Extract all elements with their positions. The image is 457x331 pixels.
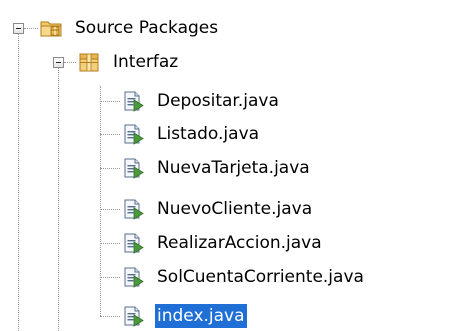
java-file-icon xyxy=(122,305,144,327)
tree-node-file-selected[interactable]: index.java xyxy=(122,301,247,331)
java-file-icon xyxy=(122,198,144,220)
tree-connector xyxy=(64,62,76,63)
tree-node-label: RealizarAccion.java xyxy=(157,233,322,253)
tree-node-label: index.java xyxy=(155,304,247,328)
tree-node-file[interactable]: Depositar.java xyxy=(122,86,281,116)
tree-node-interfaz[interactable]: Interfaz xyxy=(78,47,180,77)
project-tree[interactable]: Source Packages Interfaz Depositar.java … xyxy=(0,0,457,331)
tree-guide-root xyxy=(18,33,19,331)
collapse-toggle-interfaz[interactable] xyxy=(53,57,64,68)
tree-connector xyxy=(100,243,120,244)
tree-connector xyxy=(100,134,120,135)
java-file-icon xyxy=(122,232,144,254)
tree-node-source-packages[interactable]: Source Packages xyxy=(40,13,220,43)
tree-node-label: Depositar.java xyxy=(157,91,279,111)
collapse-toggle-source-packages[interactable] xyxy=(13,23,24,34)
tree-node-file[interactable]: NuevoCliente.java xyxy=(122,194,314,224)
tree-node-label: NuevaTarjeta.java xyxy=(157,158,310,178)
tree-node-label: Interfaz xyxy=(113,52,179,72)
tree-node-label: NuevoCliente.java xyxy=(157,199,313,219)
tree-node-label: Listado.java xyxy=(157,124,260,144)
package-icon xyxy=(78,51,100,73)
java-file-icon xyxy=(122,157,144,179)
tree-guide-files xyxy=(100,86,101,316)
tree-connector xyxy=(24,28,38,29)
java-file-icon xyxy=(122,123,144,145)
tree-connector xyxy=(100,101,120,102)
tree-connector xyxy=(100,168,120,169)
tree-node-file[interactable]: RealizarAccion.java xyxy=(122,228,324,258)
java-file-icon xyxy=(122,266,144,288)
tree-connector xyxy=(100,209,120,210)
source-packages-icon xyxy=(40,17,62,39)
tree-node-file[interactable]: NuevaTarjeta.java xyxy=(122,153,312,183)
tree-connector xyxy=(100,277,120,278)
tree-guide-package xyxy=(58,67,59,331)
java-file-icon xyxy=(122,90,144,112)
tree-node-label: Source Packages xyxy=(75,18,219,38)
tree-node-label: SolCuentaCorriente.java xyxy=(157,267,364,287)
tree-node-file[interactable]: SolCuentaCorriente.java xyxy=(122,262,366,292)
tree-node-file[interactable]: Listado.java xyxy=(122,119,261,149)
tree-connector xyxy=(100,316,120,317)
